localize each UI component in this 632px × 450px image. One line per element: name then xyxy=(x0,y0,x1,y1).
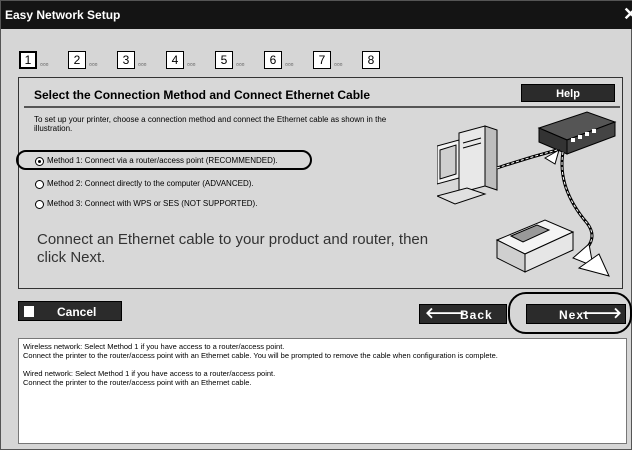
window-title: Easy Network Setup xyxy=(5,8,121,22)
info-line: Wireless network: Select Method 1 if you… xyxy=(23,342,285,351)
step-dots: ▫▫▫ xyxy=(285,60,294,69)
cancel-icon xyxy=(24,306,34,317)
step-number: 1 xyxy=(19,51,37,69)
close-icon[interactable]: ✕ xyxy=(623,4,632,24)
instruction-text: Connect an Ethernet cable to your produc… xyxy=(37,231,429,266)
cancel-label: Cancel xyxy=(57,305,97,319)
step-number: 2 xyxy=(68,51,86,69)
back-label: Back xyxy=(460,308,493,322)
method-1-highlight xyxy=(16,150,312,170)
info-line: Connect the printer to the router/access… xyxy=(23,378,252,387)
cancel-button[interactable]: Cancel xyxy=(18,301,122,321)
network-illustration xyxy=(437,111,617,277)
computer-icon xyxy=(437,125,498,205)
step-number: 4 xyxy=(166,51,184,69)
printer-icon xyxy=(495,219,575,273)
radio-button[interactable] xyxy=(35,200,44,209)
setup-window: Easy Network Setup ✕ 1 ▫▫▫ 2 ▫▫▫ 3 ▫▫▫ 4… xyxy=(0,0,632,450)
info-line: Connect the printer to the router/access… xyxy=(23,351,498,360)
option-label: Method 3: Connect with WPS or SES (NOT S… xyxy=(47,199,258,208)
help-button[interactable]: Help xyxy=(521,84,615,102)
step-dots: ▫▫▫ xyxy=(334,60,343,69)
arrow-right-icon: 🡒 xyxy=(581,305,622,322)
info-panel: Wireless network: Select Method 1 if you… xyxy=(18,338,627,444)
page-title: Select the Connection Method and Connect… xyxy=(34,88,371,102)
step-number: 6 xyxy=(264,51,282,69)
step-number: 3 xyxy=(117,51,135,69)
back-button[interactable]: 🡐 Back xyxy=(419,304,507,324)
info-line: Wired network: Select Method 1 if you ha… xyxy=(23,369,276,378)
step-number: 8 xyxy=(362,51,380,69)
step-dots: ▫▫▫ xyxy=(89,60,98,69)
wired-info: Wired network: Select Method 1 if you ha… xyxy=(23,369,622,387)
step-dots: ▫▫▫ xyxy=(236,60,245,69)
title-bar: Easy Network Setup ✕ xyxy=(1,1,632,29)
intro-text: To set up your printer, choose a connect… xyxy=(34,115,387,133)
step-dots: ▫▫▫ xyxy=(40,60,49,69)
step-number: 5 xyxy=(215,51,233,69)
step-dots: ▫▫▫ xyxy=(138,60,147,69)
router-icon xyxy=(537,111,617,155)
wireless-info: Wireless network: Select Method 1 if you… xyxy=(23,342,622,360)
step-dots: ▫▫▫ xyxy=(187,60,196,69)
option-label: Method 2: Connect directly to the comput… xyxy=(47,179,254,188)
step-number: 7 xyxy=(313,51,331,69)
next-button[interactable]: Next 🡒 xyxy=(526,304,626,324)
radio-button[interactable] xyxy=(35,180,44,189)
connection-method-panel: Select the Connection Method and Connect… xyxy=(16,77,623,289)
